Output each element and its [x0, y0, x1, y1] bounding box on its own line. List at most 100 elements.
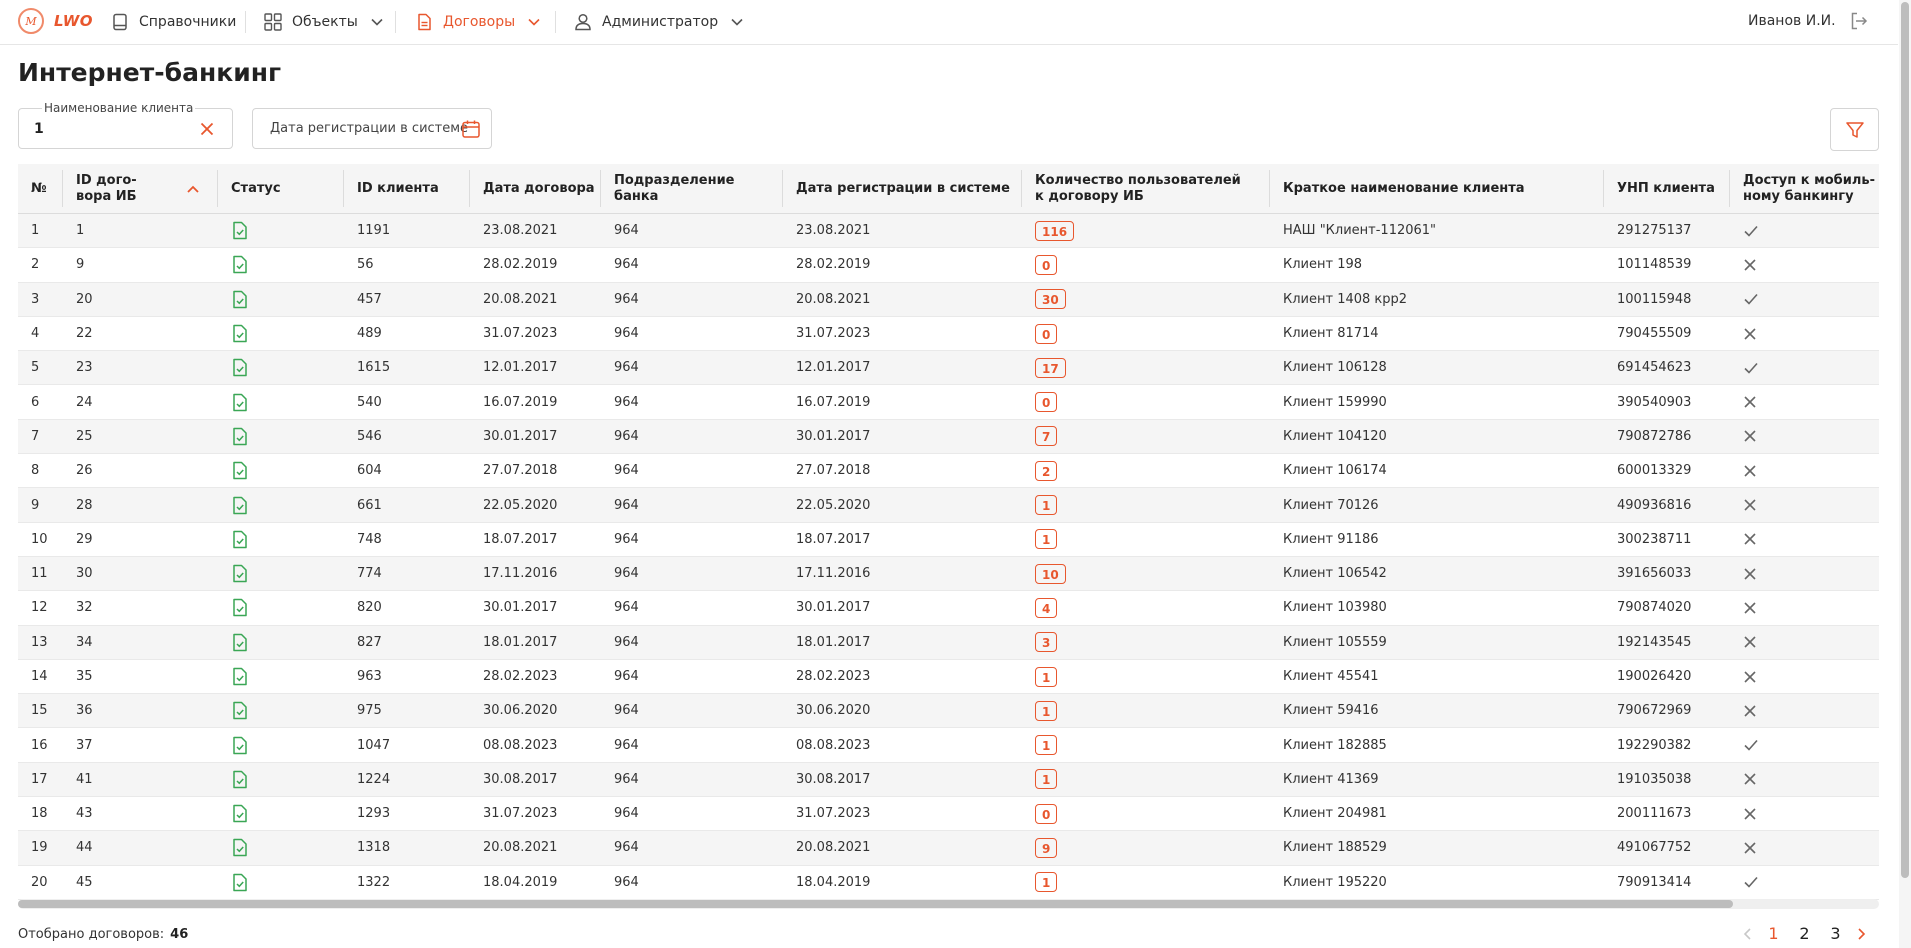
nav-item-references[interactable]: Справочники — [111, 0, 236, 44]
users-count-badge[interactable]: 10 — [1035, 563, 1066, 584]
table-row[interactable]: 7 25 546 30.01.2017 964 30.01.2017 7 Клиент 104… — [18, 419, 1879, 455]
logo[interactable]: M LWO — [18, 8, 93, 34]
users-count-badge[interactable]: 1 — [1035, 872, 1058, 893]
users-count-badge[interactable]: 0 — [1035, 392, 1058, 413]
column-header-registration-date[interactable]: Дата регистрации в системе — [783, 164, 1022, 213]
table-row[interactable]: 13 34 827 18.01.2017 964 18.01.2017 3 Клиент 10… — [18, 625, 1879, 660]
cell-number: 8 — [31, 463, 40, 479]
column-header-client-name[interactable]: Краткое наименование клиента — [1270, 164, 1604, 213]
prev-page-button[interactable] — [1738, 927, 1758, 941]
nav-item-contracts[interactable]: Договоры — [415, 0, 541, 44]
column-header-status[interactable]: Статус — [218, 164, 344, 213]
sort-ascending-icon[interactable] — [186, 184, 200, 194]
users-count-badge[interactable]: 0 — [1035, 323, 1058, 344]
calendar-icon[interactable] — [461, 119, 481, 139]
cell-registration-date: 20.08.2021 — [796, 840, 871, 856]
vertical-scrollbar-thumb[interactable] — [1901, 2, 1909, 878]
table-row[interactable]: 18 43 1293 31.07.2023 964 31.07.2023 0 Клиент 2… — [18, 797, 1879, 832]
cell-number: 2 — [31, 257, 40, 273]
table-header: № ID дого- вора ИБ Статус ID клиента Дат… — [18, 164, 1879, 214]
users-count-badge[interactable]: 7 — [1035, 426, 1058, 447]
cell-client-id: 1615 — [357, 360, 391, 376]
registration-date-filter[interactable]: Дата регистрации в системе — [252, 108, 492, 149]
cell-bank-department: 964 — [614, 428, 639, 444]
column-header-client-unp[interactable]: УНП клиента — [1604, 164, 1730, 213]
table-row[interactable]: 11 30 774 17.11.2016 964 17.11.2016 10 Клиент 1… — [18, 556, 1879, 592]
user-name[interactable]: Иванов И.И. — [1748, 13, 1836, 29]
table-row[interactable]: 17 41 1224 30.08.2017 964 30.08.2017 1 Клиент 4… — [18, 762, 1879, 798]
column-header-bank-department[interactable]: Подразделение банка — [601, 164, 783, 213]
page-button-3[interactable]: 3 — [1820, 924, 1851, 943]
cross-icon — [1744, 259, 1756, 271]
users-count-badge[interactable]: 2 — [1035, 460, 1058, 481]
cell-registration-date: 08.08.2023 — [796, 737, 871, 753]
horizontal-scrollbar[interactable] — [18, 899, 1879, 909]
nav-item-objects[interactable]: Объекты — [264, 0, 384, 44]
cell-contract-id: 32 — [76, 600, 93, 616]
users-count-badge[interactable]: 3 — [1035, 632, 1058, 653]
cell-status — [218, 866, 344, 899]
client-name-filter-value[interactable]: 1 — [34, 121, 44, 137]
column-header-contract-id[interactable]: ID дого- вора ИБ — [63, 164, 218, 213]
cell-bank-department: 964 — [614, 223, 639, 239]
column-header-contract-date[interactable]: Дата договора — [470, 164, 601, 213]
table-row[interactable]: 16 37 1047 08.08.2023 964 08.08.2023 1 Клиент 1… — [18, 728, 1879, 763]
horizontal-scrollbar-thumb[interactable] — [18, 900, 1733, 908]
table-row[interactable]: 19 44 1318 20.08.2021 964 20.08.2021 9 Клиент 1… — [18, 831, 1879, 866]
selected-contracts-value: 46 — [170, 927, 189, 942]
cell-contract-date: 22.05.2020 — [483, 497, 558, 513]
cell-mobile-access — [1730, 248, 1879, 281]
nav-item-label: Объекты — [292, 14, 358, 30]
status-document-check-icon — [233, 564, 247, 583]
user-icon — [575, 13, 591, 31]
table-row[interactable]: 1 1 1191 23.08.2021 964 23.08.2021 116 НАШ "Кли… — [18, 214, 1879, 249]
nav-item-administrator[interactable]: Администратор — [574, 0, 744, 44]
filter-button[interactable] — [1830, 108, 1879, 151]
table-row[interactable]: 9 28 661 22.05.2020 964 22.05.2020 1 Клиент 701… — [18, 488, 1879, 523]
users-count-badge[interactable]: 1 — [1035, 769, 1058, 790]
column-header-number[interactable]: № — [18, 164, 63, 213]
cell-contract-date: 18.07.2017 — [483, 531, 558, 547]
table-row[interactable]: 5 23 1615 12.01.2017 964 12.01.2017 17 Клиент 1… — [18, 351, 1879, 386]
users-count-badge[interactable]: 9 — [1035, 837, 1058, 858]
users-count-badge[interactable]: 1 — [1035, 700, 1058, 721]
cell-client-unp: 491067752 — [1617, 840, 1692, 856]
table-row[interactable]: 3 20 457 20.08.2021 964 20.08.2021 30 Клиент 14… — [18, 282, 1879, 317]
users-count-badge[interactable]: 30 — [1035, 289, 1066, 310]
client-name-filter[interactable]: Наименование клиента 1 — [18, 101, 233, 149]
cell-number: 4 — [31, 326, 40, 342]
status-document-check-icon — [233, 702, 247, 720]
table-row[interactable]: 4 22 489 31.07.2023 964 31.07.2023 0 Клиент 817… — [18, 316, 1879, 352]
users-count-badge[interactable]: 1 — [1035, 666, 1058, 687]
logout-icon[interactable] — [1849, 11, 1869, 31]
column-header-users-count[interactable]: Количество пользователей к договору ИБ — [1022, 164, 1270, 213]
users-count-badge[interactable]: 0 — [1035, 254, 1058, 275]
page-button-1[interactable]: 1 — [1758, 924, 1789, 943]
table-row[interactable]: 6 24 540 16.07.2019 964 16.07.2019 0 Клиент 159… — [18, 385, 1879, 420]
table-row[interactable]: 8 26 604 27.07.2018 964 27.07.2018 2 Клиент 106… — [18, 454, 1879, 489]
table-row[interactable]: 10 29 748 18.07.2017 964 18.07.2017 1 Клиент 91… — [18, 522, 1879, 557]
cell-mobile-access — [1730, 763, 1879, 796]
users-count-badge[interactable]: 1 — [1035, 735, 1058, 756]
users-count-badge[interactable]: 0 — [1035, 803, 1058, 824]
cell-client-name: НАШ "Клиент-112061" — [1283, 223, 1437, 239]
users-count-badge[interactable]: 17 — [1035, 357, 1066, 378]
column-header-mobile-access[interactable]: Доступ к мобиль- ному банкингу — [1730, 164, 1879, 213]
table-row[interactable]: 15 36 975 30.06.2020 964 30.06.2020 1 Клиент 59… — [18, 694, 1879, 729]
column-header-client-id[interactable]: ID клиента — [344, 164, 470, 213]
cell-contract-id: 36 — [76, 703, 93, 719]
table-row[interactable]: 2 9 56 28.02.2019 964 28.02.2019 0 Клиент 198 10… — [18, 248, 1879, 283]
page-button-2[interactable]: 2 — [1789, 924, 1820, 943]
close-icon[interactable] — [199, 121, 215, 137]
table-row[interactable]: 20 45 1322 18.04.2019 964 18.04.2019 1 Клиент 1… — [18, 865, 1879, 900]
users-count-badge[interactable]: 1 — [1035, 495, 1058, 516]
vertical-scrollbar[interactable] — [1899, 0, 1911, 948]
table-row[interactable]: 12 32 820 30.01.2017 964 30.01.2017 4 Клиент 10… — [18, 591, 1879, 626]
cell-users-count: 1 — [1022, 763, 1270, 796]
users-count-badge[interactable]: 4 — [1035, 597, 1058, 618]
next-page-button[interactable] — [1851, 927, 1871, 941]
users-count-badge[interactable]: 1 — [1035, 529, 1058, 550]
cell-users-count: 7 — [1022, 420, 1270, 453]
table-row[interactable]: 14 35 963 28.02.2023 964 28.02.2023 1 Клиент 45… — [18, 659, 1879, 695]
users-count-badge[interactable]: 116 — [1035, 220, 1075, 241]
